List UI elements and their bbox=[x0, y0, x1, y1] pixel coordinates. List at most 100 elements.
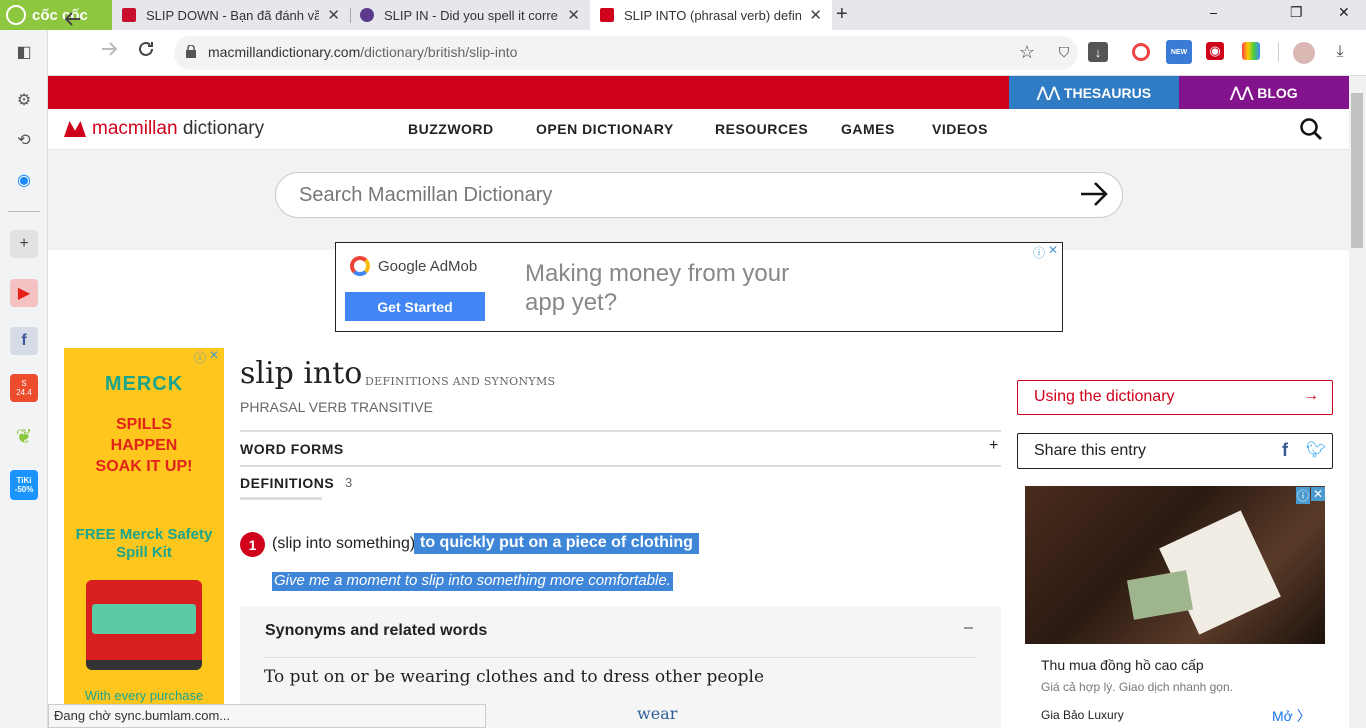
macmillan-logo[interactable]: macmillan dictionary bbox=[64, 118, 264, 140]
ad-info-icon[interactable]: ⓘ bbox=[1296, 487, 1310, 504]
divider bbox=[264, 657, 977, 658]
history-icon[interactable]: ⟲ bbox=[10, 126, 38, 154]
profile-avatar[interactable] bbox=[1293, 42, 1315, 64]
downloads-icon[interactable]: ⤓ bbox=[1330, 42, 1350, 62]
search-submit-arrow-icon[interactable] bbox=[1079, 180, 1109, 208]
shopee-icon[interactable]: S 24.4 bbox=[10, 374, 38, 402]
chrome-ext-icon[interactable] bbox=[1132, 43, 1150, 61]
browser-brand[interactable]: cốc cốc bbox=[0, 0, 112, 30]
sidebar-divider bbox=[8, 211, 40, 212]
shield-icon[interactable]: ⛉ bbox=[1054, 42, 1074, 62]
scrollbar-thumb[interactable] bbox=[1351, 93, 1363, 248]
tab-favicon-icon bbox=[600, 8, 614, 22]
tab-favicon-icon bbox=[360, 8, 374, 22]
logo-dictionary: dictionary bbox=[182, 118, 265, 139]
ad-info-icon[interactable]: ⓘ bbox=[194, 349, 206, 366]
download-ext-icon[interactable]: ↓ bbox=[1088, 42, 1108, 62]
close-window-button[interactable]: ✕ bbox=[1338, 4, 1350, 21]
forward-button[interactable] bbox=[100, 40, 118, 63]
tab-title: SLIP DOWN - Bạn đã đánh vầ bbox=[146, 7, 320, 23]
restore-button[interactable]: ❐ bbox=[1290, 4, 1303, 21]
add-icon[interactable]: + bbox=[10, 230, 38, 258]
bookmark-star-icon[interactable]: ☆ bbox=[1017, 42, 1037, 62]
nav-buzzword[interactable]: BUZZWORD bbox=[408, 121, 494, 137]
merck-ad[interactable]: MERCK SPILLS HAPPEN SOAK IT UP! FREE Mer… bbox=[64, 348, 224, 708]
definitions-tab[interactable]: DEFINITIONS bbox=[240, 475, 334, 491]
sidebar-toggle-icon[interactable]: ◧ bbox=[10, 38, 38, 66]
top-red-bar bbox=[48, 76, 1009, 109]
settings-icon[interactable]: ⚙ bbox=[10, 86, 38, 114]
synonyms-description: To put on or be wearing clothes and to d… bbox=[264, 667, 765, 687]
headword-subtitle: DEFINITIONS AND SYNONYMS bbox=[365, 375, 556, 388]
ad-close-icon[interactable]: ✕ bbox=[209, 348, 219, 362]
back-arrow-icon bbox=[64, 12, 80, 26]
blog-link[interactable]: ⋀⋀ BLOG bbox=[1179, 76, 1349, 109]
messenger-icon[interactable]: ◉ bbox=[10, 166, 38, 194]
ad-close-icon[interactable]: ✕ bbox=[1311, 487, 1325, 501]
close-tab-icon[interactable]: ✕ bbox=[327, 6, 340, 24]
ad-image-money bbox=[1126, 570, 1194, 620]
arrow-right-icon: → bbox=[1303, 387, 1319, 404]
sense-definition: to quickly put on a piece of clothing bbox=[414, 533, 699, 554]
tiki-icon[interactable]: TiKi -50% bbox=[10, 470, 38, 500]
merck-offer: FREE Merck Safety Spill Kit bbox=[75, 526, 213, 561]
reload-button[interactable] bbox=[137, 40, 155, 63]
nav-videos[interactable]: VIDEOS bbox=[932, 121, 988, 137]
ad-close-icon[interactable]: ✕ bbox=[1048, 243, 1058, 257]
tab-slip-in[interactable]: SLIP IN - Did you spell it corre ✕ bbox=[350, 0, 590, 30]
shopee-badge: 24.4 bbox=[16, 388, 32, 397]
nav-resources[interactable]: RESOURCES bbox=[715, 121, 808, 137]
divider bbox=[240, 430, 1001, 432]
thesaurus-label: THESAURUS bbox=[1063, 84, 1152, 101]
watch-ad-image bbox=[1025, 486, 1325, 644]
nav-games[interactable]: GAMES bbox=[841, 121, 895, 137]
tab-favicon-icon bbox=[122, 8, 136, 22]
search-placeholder: Search Macmillan Dictionary bbox=[299, 184, 553, 206]
get-started-button[interactable]: Get Started bbox=[345, 292, 485, 321]
forward-arrow-icon bbox=[102, 42, 118, 56]
red-ext-icon[interactable]: ◉ bbox=[1206, 42, 1224, 60]
new-badge-icon[interactable]: NEW bbox=[1166, 40, 1192, 64]
spill-kit-contents bbox=[92, 604, 196, 634]
search-icon[interactable] bbox=[1299, 117, 1323, 141]
watch-ad-title[interactable]: Thu mua đồng hồ cao cấp bbox=[1041, 657, 1204, 673]
word-forms-toggle[interactable]: WORD FORMS bbox=[240, 441, 344, 457]
close-tab-icon[interactable]: ✕ bbox=[567, 6, 580, 24]
definitions-underline bbox=[240, 497, 322, 500]
watch-ad-source: Gia Bảo Luxury bbox=[1041, 708, 1124, 722]
macmillan-mark-icon bbox=[64, 121, 86, 137]
lock-icon[interactable] bbox=[186, 44, 196, 58]
url-text[interactable]: macmillandictionary.com/dictionary/briti… bbox=[208, 44, 517, 60]
synonym-link-wear[interactable]: wear bbox=[637, 704, 677, 723]
ad-info-icon[interactable]: ⓘ bbox=[1033, 244, 1045, 261]
facebook-share-icon[interactable]: f bbox=[1282, 440, 1288, 461]
twitter-share-icon[interactable]: 🐦︎ bbox=[1306, 440, 1326, 460]
facebook-icon[interactable]: f bbox=[10, 327, 38, 355]
new-tab-button[interactable]: + bbox=[836, 3, 848, 26]
close-tab-icon[interactable]: ✕ bbox=[809, 6, 822, 24]
back-button[interactable] bbox=[64, 10, 82, 33]
logo-macmillan: macmillan bbox=[92, 118, 178, 139]
tab-slip-down[interactable]: SLIP DOWN - Bạn đã đánh vầ ✕ bbox=[112, 0, 350, 30]
collapse-minus-icon[interactable]: – bbox=[964, 619, 973, 637]
color-ext-icon[interactable] bbox=[1242, 42, 1260, 60]
minimize-button[interactable]: ⎯ bbox=[1210, 4, 1217, 21]
thesaurus-link[interactable]: ⋀⋀ THESAURUS bbox=[1009, 76, 1179, 109]
youtube-icon[interactable]: ▶ bbox=[10, 279, 38, 307]
synonyms-heading[interactable]: Synonyms and related words bbox=[265, 622, 487, 640]
toolbar-divider bbox=[1278, 42, 1279, 62]
merck-headline: SPILLS HAPPEN SOAK IT UP! bbox=[95, 416, 193, 475]
tab-slip-into[interactable]: SLIP INTO (phrasal verb) defin ✕ bbox=[590, 0, 832, 30]
new-badge-label: NEW bbox=[1170, 48, 1188, 56]
chevron-right-icon: 〉 bbox=[1296, 708, 1311, 724]
expand-plus-icon[interactable]: + bbox=[989, 437, 998, 455]
thesaurus-logo-icon: ⋀⋀ bbox=[1036, 84, 1060, 100]
sense-number-badge: 1 bbox=[240, 532, 265, 557]
example-sentence: Give me a moment to slip into something … bbox=[272, 572, 673, 591]
coccoc-leaf-icon[interactable]: ❦ bbox=[10, 422, 38, 450]
admob-logo-icon bbox=[350, 256, 370, 276]
watch-ad-open-button[interactable]: Mở 〉 bbox=[1272, 706, 1311, 726]
url-path: /dictionary/british/slip-into bbox=[360, 44, 518, 60]
nav-open-dictionary[interactable]: OPEN DICTIONARY bbox=[536, 121, 674, 137]
tab-title: SLIP IN - Did you spell it corre bbox=[384, 7, 558, 23]
